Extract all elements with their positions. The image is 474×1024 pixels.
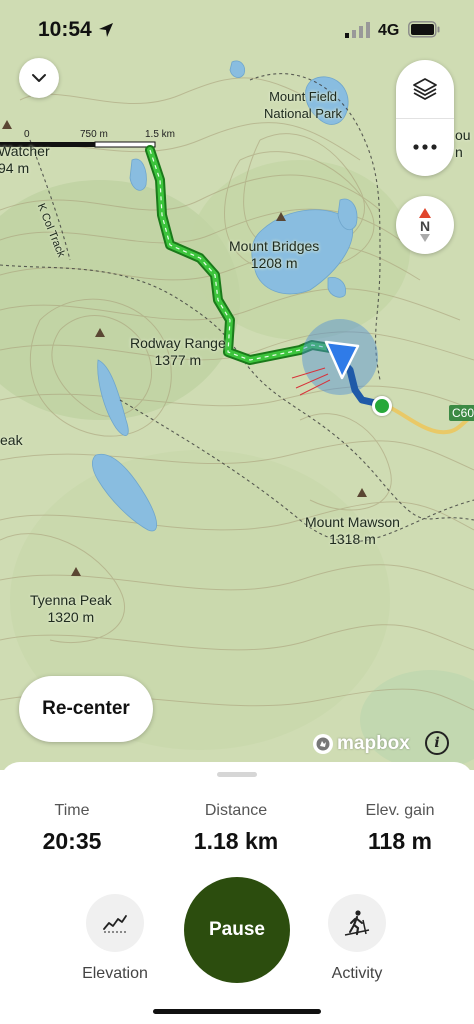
stat-time: Time 20:35 <box>7 802 137 855</box>
start-point-icon <box>372 396 392 416</box>
stat-value: 20:35 <box>42 828 102 854</box>
activity-button[interactable] <box>328 894 386 952</box>
map-view[interactable]: 10:54 4G N 0 750 m 1.5 km Watcher 94 m K… <box>0 0 474 770</box>
mapbox-label: mapbox <box>337 733 410 754</box>
layers-button[interactable] <box>396 60 454 118</box>
stat-value: 1.18 km <box>193 828 279 854</box>
home-indicator <box>153 1009 321 1014</box>
info-icon: i <box>434 735 440 751</box>
collapse-button[interactable] <box>19 58 59 98</box>
status-time: 10:54 <box>38 18 92 41</box>
elevation-label: Elevation <box>82 965 148 982</box>
hiking-icon <box>344 910 370 936</box>
label-watcher: Watcher 94 m <box>0 143 50 176</box>
label-peak-edge: eak <box>0 432 23 448</box>
info-button[interactable]: i <box>425 731 449 755</box>
user-location-arrow-icon <box>324 340 360 380</box>
label-mount-bridges: Mount Bridges 1208 m <box>229 238 320 271</box>
stat-distance: Distance 1.18 km <box>171 802 301 855</box>
chevron-down-icon <box>32 74 46 82</box>
stat-value: 118 m <box>368 828 432 854</box>
more-icon <box>413 144 437 150</box>
map-controls-pill <box>396 60 454 176</box>
layers-icon <box>413 78 437 100</box>
network-type: 4G <box>378 22 400 39</box>
location-arrow-icon <box>99 23 113 37</box>
compass-icon <box>419 208 431 218</box>
label-rodway-range: Rodway Range 1377 m <box>130 335 226 368</box>
scale-mid: 750 m <box>80 129 108 140</box>
label-edge-right: ou n <box>455 127 471 160</box>
stat-elev-gain: Elev. gain 118 m <box>335 802 465 855</box>
compass-button[interactable]: N <box>396 196 454 254</box>
mapbox-logo-icon <box>313 734 333 754</box>
recenter-button[interactable]: Re-center <box>19 676 153 742</box>
scale-start: 0 <box>24 129 30 140</box>
stat-label: Time <box>54 802 90 819</box>
elevation-button[interactable] <box>86 894 144 952</box>
road-badge: C60 <box>449 405 474 421</box>
sheet-grabber[interactable] <box>217 772 257 777</box>
stat-label: Elev. gain <box>365 802 435 819</box>
stat-label: Distance <box>204 802 268 819</box>
signal-bars-icon <box>345 22 370 38</box>
compass-south-icon <box>420 234 430 242</box>
more-button[interactable] <box>396 118 454 176</box>
compass-label: N <box>419 218 431 234</box>
status-bar: 10:54 4G <box>0 0 474 60</box>
mapbox-attribution[interactable]: mapbox <box>312 733 410 755</box>
label-tyenna-peak: Tyenna Peak 1320 m <box>30 592 112 625</box>
battery-icon <box>408 21 440 38</box>
activity-label: Activity <box>331 965 383 982</box>
label-mount-mawson: Mount Mawson 1318 m <box>305 514 400 547</box>
scale-end: 1.5 km <box>145 129 176 140</box>
activity-sheet: Time 20:35 Distance 1.18 km Elev. gain 1… <box>0 762 474 1024</box>
elevation-chart-icon <box>103 915 127 933</box>
pause-button[interactable]: Pause <box>184 877 290 983</box>
label-mount-field: Mount Field National Park <box>264 89 343 121</box>
